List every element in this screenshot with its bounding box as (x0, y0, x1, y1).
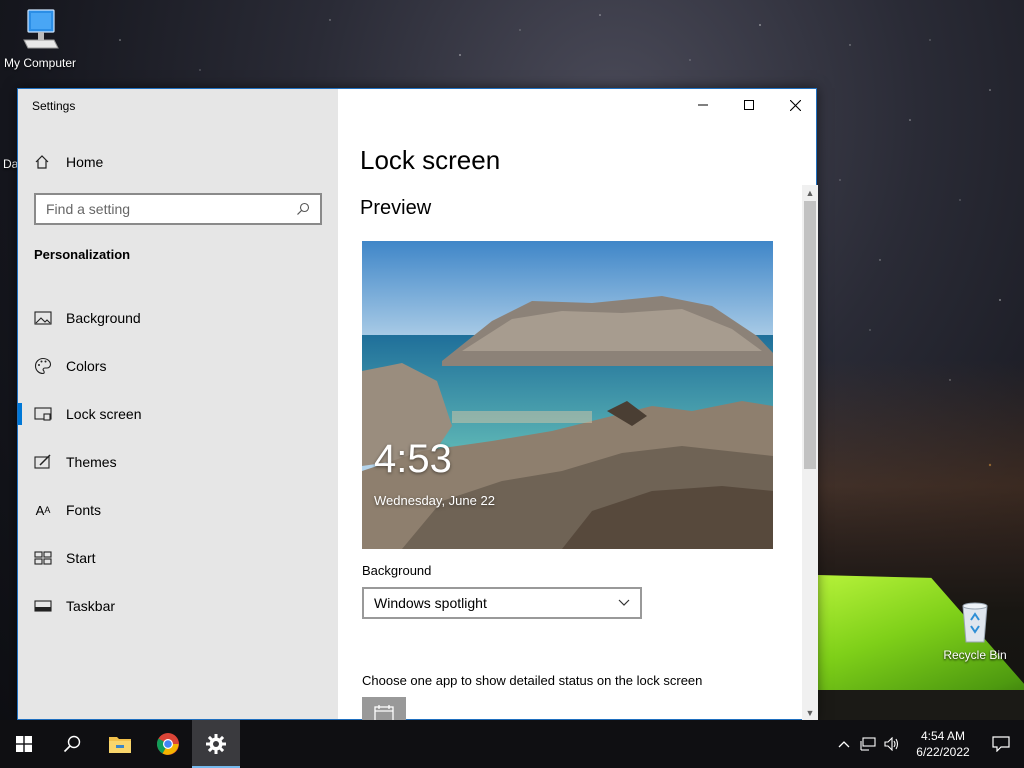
system-tray: 4:54 AM 6/22/2022 (832, 720, 1024, 768)
sidebar-item-label: Themes (66, 454, 117, 470)
status-app-label: Choose one app to show detailed status o… (362, 673, 703, 688)
nav-home[interactable]: Home (34, 151, 103, 173)
desktop-icon-my-computer[interactable]: My Computer (0, 8, 80, 70)
sidebar-item-start[interactable]: Start (18, 534, 338, 582)
notification-icon (992, 736, 1010, 752)
background-dropdown-value: Windows spotlight (374, 595, 487, 611)
search-icon (297, 202, 310, 215)
sidebar-item-themes[interactable]: Themes (18, 438, 338, 486)
taskbar-clock[interactable]: 4:54 AM 6/22/2022 (908, 728, 978, 760)
taskbar: 4:54 AM 6/22/2022 (0, 720, 1024, 768)
start-icon (34, 549, 52, 567)
taskbar-file-explorer[interactable] (96, 720, 144, 768)
sidebar-item-background[interactable]: Background (18, 294, 338, 342)
settings-icon (206, 734, 226, 754)
settings-content: Lock screen Preview 4:53 Wednesday, June… (338, 89, 818, 721)
tray-volume-button[interactable] (880, 737, 904, 751)
calendar-icon (374, 705, 394, 721)
sidebar-item-label: Lock screen (66, 406, 142, 422)
tray-overflow-button[interactable] (832, 740, 856, 748)
taskbar-search-button[interactable] (48, 720, 96, 768)
start-button[interactable] (0, 720, 48, 768)
home-icon (35, 155, 49, 169)
background-dropdown[interactable]: Windows spotlight (362, 587, 642, 619)
preview-time: 4:53 (374, 437, 452, 481)
taskbar-icon (34, 597, 52, 615)
search-placeholder: Find a setting (46, 201, 131, 217)
themes-icon (34, 453, 52, 471)
computer-icon (23, 9, 59, 49)
page-title: Lock screen (360, 145, 501, 175)
window-title: Settings (32, 99, 76, 113)
settings-sidebar: Settings Home Find a setting Personaliza… (18, 89, 338, 719)
preview-date: Wednesday, June 22 (374, 493, 495, 508)
minimize-button[interactable] (680, 89, 726, 121)
taskbar-settings[interactable] (192, 720, 240, 768)
chevron-down-icon (618, 599, 630, 606)
sidebar-item-lock-screen[interactable]: Lock screen (18, 390, 338, 438)
desktop-ground (818, 690, 1024, 720)
volume-icon (884, 737, 899, 751)
lock-screen-preview: 4:53 Wednesday, June 22 (362, 241, 773, 549)
recycle-bin-icon (962, 602, 988, 643)
chrome-icon (157, 733, 179, 755)
lock-screen-icon (34, 405, 52, 423)
sidebar-item-label: Fonts (66, 502, 102, 518)
content-scrollbar[interactable]: ▲ ▼ (802, 185, 818, 721)
preview-heading: Preview (360, 197, 432, 219)
scroll-up-icon[interactable]: ▲ (802, 185, 818, 201)
desktop-icon-recycle-bin[interactable]: Recycle Bin (935, 600, 1015, 662)
desktop-icon-label: Recycle Bin (943, 648, 1007, 662)
minimize-icon (698, 104, 708, 106)
sidebar-item-label: Start (66, 550, 96, 566)
sidebar-item-fonts[interactable]: AA Fonts (18, 486, 338, 534)
action-center-button[interactable] (978, 736, 1024, 752)
desktop-icon-label: My Computer (3, 56, 77, 70)
sidebar-item-label: Background (66, 310, 141, 326)
tray-network-button[interactable] (856, 737, 880, 751)
taskbar-chrome[interactable] (144, 720, 192, 768)
close-icon (789, 99, 801, 111)
sidebar-item-colors[interactable]: Colors (18, 342, 338, 390)
network-icon (860, 737, 876, 751)
nav-list: Background Colors Lock screen Themes A A… (18, 294, 338, 630)
status-app-button[interactable] (362, 697, 406, 721)
window-caption-buttons (680, 89, 818, 121)
sidebar-item-label: Colors (66, 358, 107, 374)
picture-icon (34, 309, 52, 327)
maximize-button[interactable] (726, 89, 772, 121)
windows-logo-icon (16, 736, 32, 752)
nav-home-label: Home (66, 154, 104, 170)
file-explorer-icon (109, 737, 131, 753)
background-label: Background (362, 563, 432, 578)
clock-date: 6/22/2022 (916, 745, 970, 759)
palette-icon (34, 357, 52, 375)
close-button[interactable] (772, 89, 818, 121)
sidebar-item-label: Taskbar (66, 598, 116, 614)
section-title: Personalization (34, 247, 131, 262)
search-input[interactable]: Find a setting (34, 193, 322, 225)
scroll-down-icon[interactable]: ▼ (802, 705, 818, 721)
sidebar-item-taskbar[interactable]: Taskbar (18, 582, 338, 630)
maximize-icon (744, 100, 754, 110)
clock-time: 4:54 AM (920, 729, 966, 743)
search-icon (63, 735, 81, 753)
settings-window: Settings Home Find a setting Personaliza… (17, 88, 818, 721)
fonts-icon: AA (35, 502, 51, 518)
scroll-thumb[interactable] (804, 201, 816, 469)
chevron-up-icon (838, 741, 850, 748)
